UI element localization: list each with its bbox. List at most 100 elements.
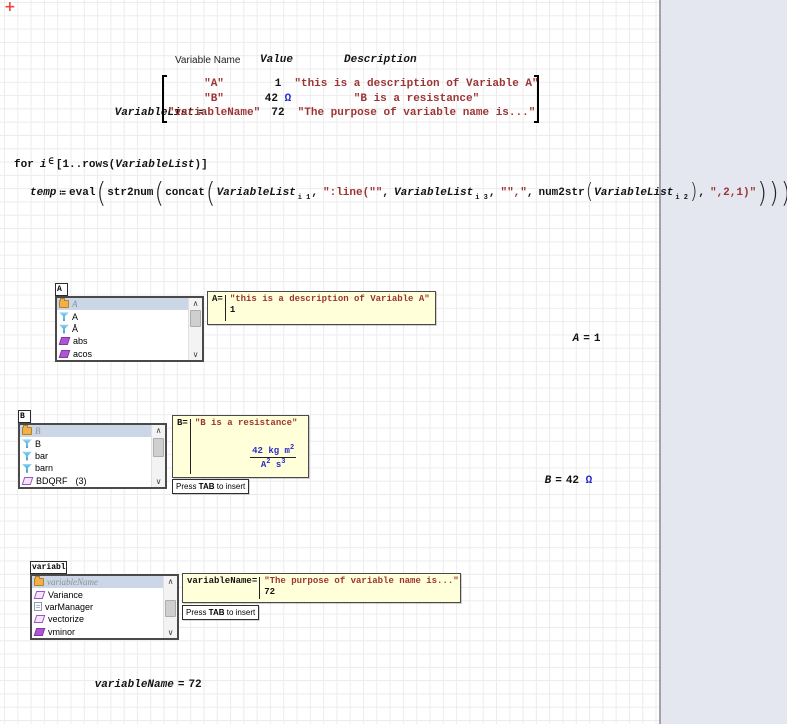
concat-function: concat xyxy=(165,187,205,199)
unit-filter-icon xyxy=(22,439,32,449)
autocomplete-dropdown[interactable]: A A Å abs acos ∧ ∨ xyxy=(55,296,204,362)
for-loop-header[interactable]: fori∈[1..rows(VariableList)] xyxy=(14,159,208,171)
dropdown-scrollbar[interactable]: ∧ ∨ xyxy=(163,576,177,638)
preview-tooltip: variableName= "The purpose of variable n… xyxy=(182,573,461,603)
system-bracket xyxy=(190,419,191,474)
string-literal: ":line("" xyxy=(323,187,382,199)
inline-edit-box[interactable]: B xyxy=(18,410,31,423)
eval-function: eval xyxy=(69,187,95,199)
matrix-cell[interactable]: "variableName" xyxy=(166,107,262,119)
matrix-cell[interactable]: "this is a description of Variable A" xyxy=(294,78,539,90)
scrollbar-thumb[interactable] xyxy=(190,310,201,327)
variablelist-matrix[interactable]: "A" 1 "this is a description of Variable… xyxy=(166,77,539,121)
header-description[interactable]: Description xyxy=(344,54,417,66)
matrix-cell[interactable]: 1 xyxy=(262,78,294,90)
function-outline-icon xyxy=(22,477,34,485)
scroll-down-icon[interactable]: ∨ xyxy=(164,627,177,638)
overload-count: (3) xyxy=(76,476,87,486)
system-bracket xyxy=(259,577,260,599)
num2str-function: num2str xyxy=(538,187,584,199)
scroll-down-icon[interactable]: ∨ xyxy=(189,349,202,360)
history-folder-icon xyxy=(22,427,32,435)
unit-filter-icon xyxy=(59,324,69,334)
autocomplete-dropdown[interactable]: B B bar barn BDQRF (3) ∧ ∨ xyxy=(18,423,167,489)
tooltip-value: 1 xyxy=(230,305,430,316)
function-icon xyxy=(59,337,71,345)
for-keyword: for xyxy=(14,159,34,171)
variable-name: VariableList xyxy=(594,187,673,199)
tooltip-value-fraction: 42 kg m2 A2 s3 xyxy=(195,432,298,482)
unit-filter-icon xyxy=(22,463,32,473)
for-loop-body[interactable]: temp≔eval(str2num(concat(VariableListi 1… xyxy=(30,179,787,206)
autocomplete-item[interactable]: vminor xyxy=(32,626,177,638)
subscript: i 1 xyxy=(298,194,311,202)
autocomplete-item[interactable]: abs xyxy=(57,335,202,347)
system-bracket xyxy=(225,295,226,321)
autocomplete-item[interactable]: BDQRF (3) xyxy=(20,475,165,487)
ohm-unit: Ω xyxy=(278,93,291,105)
result-A[interactable]: A=1 xyxy=(533,321,600,357)
header-value[interactable]: Value xyxy=(260,54,293,66)
function-icon xyxy=(34,628,46,636)
inline-edit-box[interactable]: A xyxy=(55,283,68,296)
scroll-up-icon[interactable]: ∧ xyxy=(164,576,177,587)
autocomplete-item-selected[interactable]: B xyxy=(20,425,165,437)
string-literal: ""," xyxy=(500,187,526,199)
result-variableName[interactable]: variableName=72 xyxy=(55,667,202,703)
dropdown-scrollbar[interactable]: ∧ ∨ xyxy=(151,425,165,487)
function-icon xyxy=(59,350,71,358)
matrix-cell[interactable]: 72 xyxy=(262,107,294,119)
tooltip-description: "The purpose of variable name is..." xyxy=(264,576,458,587)
tooltip-description: "this is a description of Variable A" xyxy=(230,294,430,305)
variable-name: VariableList xyxy=(115,159,194,171)
scrollbar-thumb[interactable] xyxy=(153,438,164,457)
scroll-up-icon[interactable]: ∧ xyxy=(189,298,202,309)
str2num-function: str2num xyxy=(107,187,153,199)
dropdown-scrollbar[interactable]: ∧ ∨ xyxy=(188,298,202,360)
autocomplete-item-selected[interactable]: A xyxy=(57,298,202,310)
temp-variable: temp xyxy=(30,187,56,199)
history-folder-icon xyxy=(34,578,44,586)
inline-edit-box[interactable]: variabl xyxy=(30,561,67,574)
autocomplete-item[interactable]: vectorize xyxy=(32,613,177,625)
smath-worksheet-window: + Variable Name Value Description Variab… xyxy=(0,0,787,724)
ohm-unit: Ω xyxy=(579,475,592,487)
autocomplete-item[interactable]: barn xyxy=(20,462,165,474)
autocomplete-dropdown[interactable]: variableName Variance varManager vectori… xyxy=(30,574,179,640)
unit-filter-icon xyxy=(59,312,69,322)
scroll-down-icon[interactable]: ∨ xyxy=(152,476,165,487)
matrix-cell[interactable]: "The purpose of variable name is..." xyxy=(294,107,539,119)
variable-name: VariableList xyxy=(217,187,296,199)
preview-tooltip: B= "B is a resistance" 42 kg m2 A2 s3 xyxy=(172,415,309,478)
matrix-cell[interactable]: "A" xyxy=(166,78,262,90)
subscript: i 3 xyxy=(475,194,488,202)
autocomplete-item[interactable]: Å xyxy=(57,323,202,335)
press-tab-hint: Press TAB to insert xyxy=(182,605,259,620)
string-literal: ",2,1)" xyxy=(710,187,756,199)
autocomplete-item[interactable]: bar xyxy=(20,450,165,462)
scroll-up-icon[interactable]: ∧ xyxy=(152,425,165,436)
result-B[interactable]: B=42 Ω xyxy=(505,463,592,499)
matrix-cell[interactable]: "B is a resistance" xyxy=(294,93,539,105)
autocomplete-item[interactable]: varManager xyxy=(32,601,177,613)
tooltip-variable: variableName xyxy=(187,576,252,586)
function-outline-icon xyxy=(34,591,46,599)
matrix-cell[interactable]: "B" xyxy=(166,93,262,105)
preview-tooltip: A= "this is a description of Variable A"… xyxy=(207,291,436,325)
press-tab-hint: Press TAB to insert xyxy=(172,479,249,494)
autocomplete-item[interactable]: B xyxy=(20,437,165,449)
autocomplete-item[interactable]: acos xyxy=(57,348,202,360)
variable-name: VariableList xyxy=(394,187,473,199)
page-icon xyxy=(34,602,42,611)
matrix-cell[interactable]: 42 Ω xyxy=(262,93,294,105)
header-variable-name[interactable]: Variable Name xyxy=(175,55,240,66)
tooltip-description: "B is a resistance" xyxy=(195,418,298,429)
autocomplete-item-selected[interactable]: variableName xyxy=(32,576,177,588)
iterator-variable: i xyxy=(40,159,47,171)
insertion-cursor-icon: + xyxy=(4,1,16,13)
autocomplete-item[interactable]: Variance xyxy=(32,588,177,600)
autocomplete-item[interactable]: A xyxy=(57,310,202,322)
assign-operator: ≔ xyxy=(59,186,66,200)
scrollbar-thumb[interactable] xyxy=(165,600,176,617)
tooltip-value: 72 xyxy=(264,587,458,598)
